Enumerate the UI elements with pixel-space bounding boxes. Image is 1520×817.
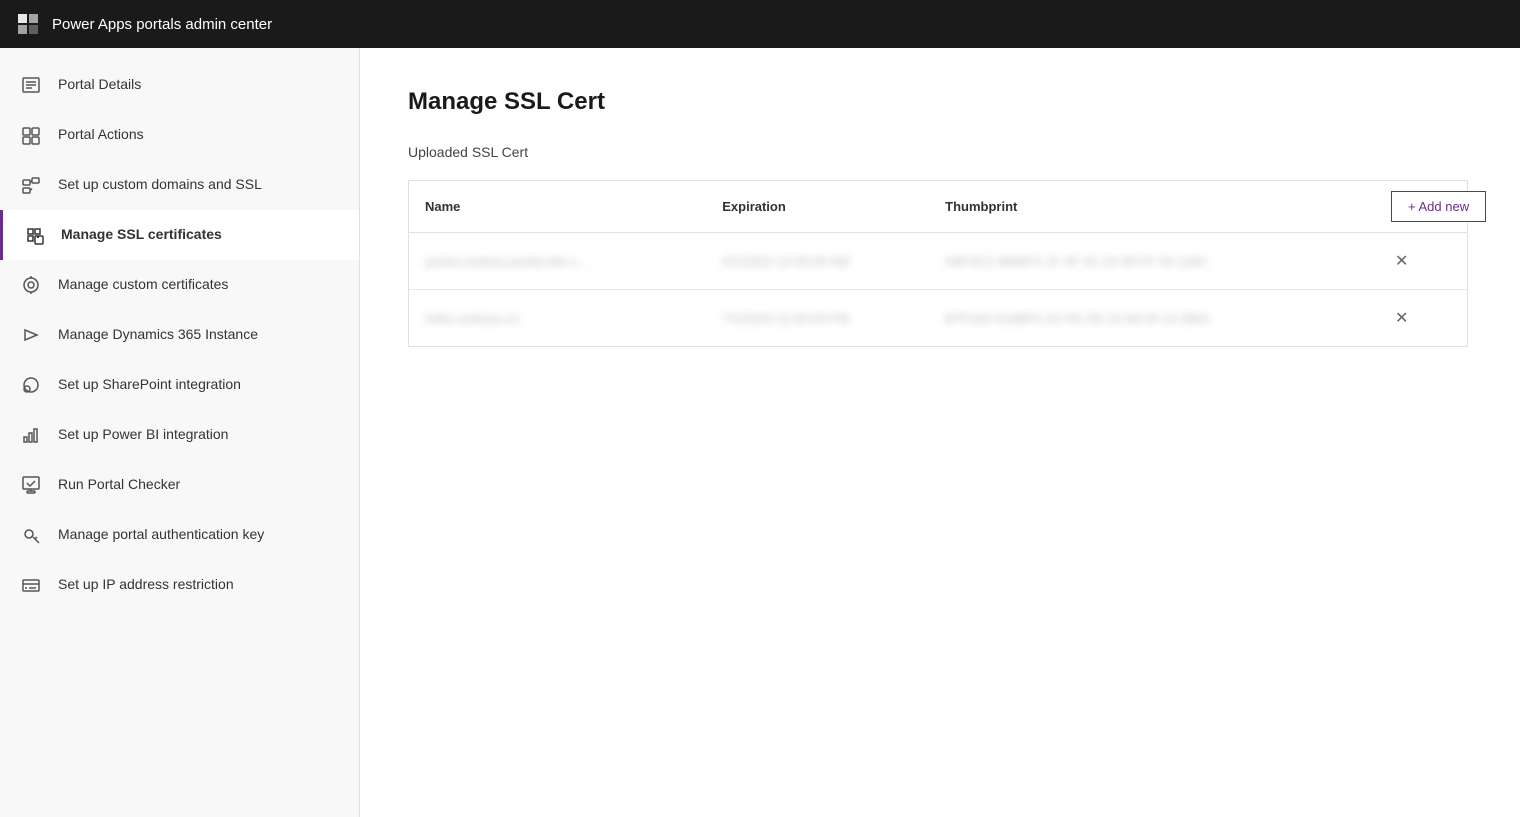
sidebar-item-dynamics[interactable]: Manage Dynamics 365 Instance — [0, 310, 359, 360]
sharepoint-icon — [20, 374, 42, 396]
dynamics-icon — [20, 324, 42, 346]
app-logo — [16, 12, 40, 36]
auth-icon — [20, 524, 42, 546]
app-header: Power Apps portals admin center — [0, 0, 1520, 48]
domains-icon — [20, 174, 42, 196]
sidebar-item-portal-checker-label: Run Portal Checker — [58, 475, 180, 495]
sidebar-item-ip-restriction[interactable]: Set up IP address restriction — [0, 560, 359, 610]
sidebar-item-custom-certs-label: Manage custom certificates — [58, 275, 228, 295]
row1-delete-button[interactable]: ✕ — [1391, 247, 1412, 275]
powerbi-icon — [20, 424, 42, 446]
ssl-icon — [23, 224, 45, 246]
sidebar: Portal Details Portal Actions — [0, 48, 360, 817]
sidebar-item-custom-domains-label: Set up custom domains and SSL — [58, 175, 262, 195]
table-row: portal.contoso.portal.info.c... 6/1/2022… — [409, 233, 1467, 290]
row1-name: portal.contoso.portal.info.c... — [425, 254, 722, 269]
page-title: Manage SSL Cert — [408, 88, 1472, 116]
sidebar-item-auth-key-label: Manage portal authentication key — [58, 525, 264, 545]
col-thumbprint-header: Thumbprint — [945, 199, 1391, 214]
cert-icon — [20, 274, 42, 296]
sidebar-item-ip-restriction-label: Set up IP address restriction — [58, 575, 234, 595]
ip-icon — [20, 574, 42, 596]
sidebar-item-dynamics-label: Manage Dynamics 365 Instance — [58, 325, 258, 345]
row1-action: ✕ — [1391, 247, 1451, 275]
row2-delete-button[interactable]: ✕ — [1391, 304, 1412, 332]
row1-expiration: 6/1/2022 12:00:00 AM — [722, 254, 945, 269]
sidebar-item-portal-details[interactable]: Portal Details — [0, 60, 359, 110]
add-new-button[interactable]: + Add new — [1391, 191, 1486, 222]
col-name-header: Name — [425, 199, 722, 214]
sidebar-item-sharepoint-label: Set up SharePoint integration — [58, 375, 241, 395]
row2-action: ✕ — [1391, 304, 1451, 332]
col-expiration-header: Expiration — [722, 199, 945, 214]
sidebar-item-portal-details-label: Portal Details — [58, 75, 141, 95]
actions-icon — [20, 124, 42, 146]
sidebar-item-manage-ssl-label: Manage SSL certificates — [61, 225, 222, 245]
checker-icon — [20, 474, 42, 496]
sidebar-item-custom-domains[interactable]: Set up custom domains and SSL — [0, 160, 359, 210]
header-title: Power Apps portals admin center — [52, 16, 272, 33]
ssl-cert-table: Name Expiration Thumbprint + Add new por… — [408, 180, 1468, 347]
section-label: Uploaded SSL Cert — [408, 144, 1472, 160]
sidebar-item-custom-certs[interactable]: Manage custom certificates — [0, 260, 359, 310]
sidebar-item-powerbi-label: Set up Power BI integration — [58, 425, 228, 445]
sidebar-item-manage-ssl[interactable]: Manage SSL certificates — [0, 210, 359, 260]
main-content: Manage SSL Cert Uploaded SSL Cert Name E… — [360, 48, 1520, 817]
list-icon — [20, 74, 42, 96]
sidebar-item-powerbi[interactable]: Set up Power BI integration — [0, 410, 359, 460]
row2-name: hello.contoso.co — [425, 311, 722, 326]
sidebar-item-sharepoint[interactable]: Set up SharePoint integration — [0, 360, 359, 410]
sidebar-item-portal-actions[interactable]: Portal Actions — [0, 110, 359, 160]
table-header: Name Expiration Thumbprint + Add new — [409, 181, 1467, 233]
sidebar-item-auth-key[interactable]: Manage portal authentication key — [0, 510, 359, 560]
row2-thumbprint: B7F2A4 019BF4 2G 5G 5D 15 9A 00 14 2B01 — [945, 311, 1391, 326]
row2-expiration: 7/1/2023 11:59:59 PM — [722, 311, 945, 326]
table-row: hello.contoso.co 7/1/2023 11:59:59 PM B7… — [409, 290, 1467, 346]
main-layout: Portal Details Portal Actions — [0, 48, 1520, 817]
sidebar-item-portal-actions-label: Portal Actions — [58, 125, 144, 145]
add-new-cell: + Add new — [1391, 191, 1451, 222]
sidebar-item-portal-checker[interactable]: Run Portal Checker — [0, 460, 359, 510]
row1-thumbprint: A9F3C2 089AF3 1F 4F 4C 04 89 FF 03 1A91 — [945, 254, 1391, 269]
